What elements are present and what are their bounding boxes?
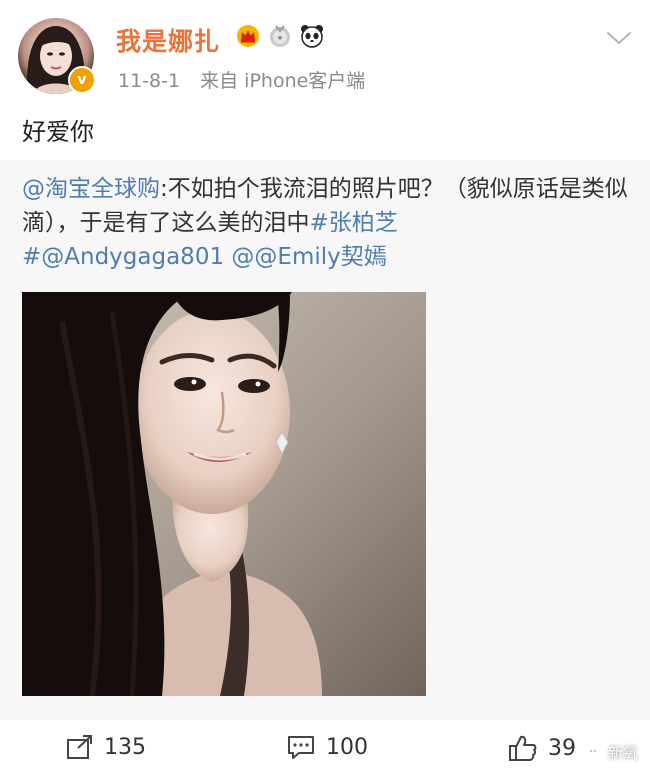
user-badges: ★	[236, 24, 324, 48]
comment-icon	[288, 736, 314, 759]
avatar-container[interactable]: v	[18, 18, 96, 94]
mention-link-andygaga[interactable]: #@Andygaga801	[22, 244, 224, 270]
mention-link-emily[interactable]: @@Emily契嫣	[231, 244, 386, 270]
repost-text: @淘宝全球购:不如拍个我流泪的照片吧？（貌似原话是类似滴），于是有了这么美的泪中…	[22, 172, 628, 274]
wechat-icon	[586, 746, 603, 759]
share-icon	[67, 735, 92, 759]
weibo-post: v 我是娜扎 ★ 11-8-1 来自 iPhone客户端 好爱你 @淘宝全球购:…	[0, 0, 650, 776]
comment-count: 100	[326, 734, 368, 760]
post-header: v 我是娜扎 ★ 11-8-1 来自 iPhone客户端	[0, 0, 650, 100]
post-meta: 11-8-1 来自 iPhone客户端	[118, 66, 365, 93]
post-text: 好爱你	[22, 118, 94, 146]
portrait-photo	[22, 292, 426, 696]
post-date: 11-8-1	[118, 70, 181, 92]
thumbs-up-icon	[509, 735, 537, 761]
hashtag-link[interactable]: #张柏芝	[310, 210, 398, 236]
post-source: 来自 iPhone客户端	[200, 70, 366, 92]
watermark-label: 新氧	[607, 744, 638, 762]
like-count: 39	[548, 735, 576, 761]
repost-author-link[interactable]: @淘宝全球购	[22, 176, 160, 202]
comment-button[interactable]: 100	[286, 734, 368, 760]
repost-button[interactable]: 135	[66, 734, 146, 760]
like-button[interactable]: 39	[508, 734, 576, 762]
crown-badge-icon[interactable]	[236, 24, 260, 48]
chevron-down-icon[interactable]	[606, 28, 632, 48]
repost-photo[interactable]	[22, 292, 426, 696]
medal-badge-icon[interactable]: ★	[268, 24, 292, 48]
username[interactable]: 我是娜扎	[116, 22, 220, 58]
svg-text:★: ★	[277, 34, 283, 42]
verified-badge-icon: v	[68, 66, 96, 94]
repost-count: 135	[104, 734, 146, 760]
repost-card[interactable]: @淘宝全球购:不如拍个我流泪的照片吧？（貌似原话是类似滴），于是有了这么美的泪中…	[0, 160, 650, 720]
panda-badge-icon[interactable]	[300, 24, 324, 48]
watermark: 新氧	[586, 742, 638, 763]
action-bar: 135 100 39	[0, 720, 650, 776]
